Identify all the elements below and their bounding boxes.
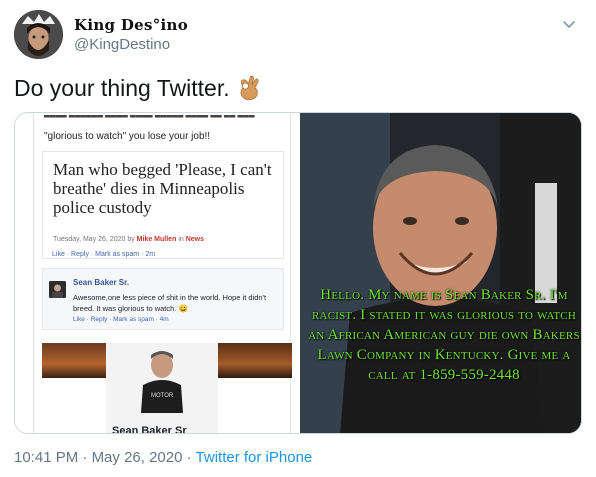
overlay-text: Hello. My name is Sean Baker Sr. I'm rac…	[308, 287, 580, 383]
tweet-text: Do your thing Twitter.	[14, 74, 262, 102]
cover-photo-left	[42, 343, 106, 378]
tweet-footer: 10:41 PM · May 26, 2020 · Twitter for iP…	[14, 449, 312, 466]
tweet-source-link[interactable]: Twitter for iPhone	[196, 449, 313, 466]
news-headline: Man who begged 'Please, I can't breathe'…	[53, 160, 272, 217]
tweet-body: Do your thing Twitter.	[14, 74, 230, 101]
cut-off-text: ▀▀▀▀ ▀▀▀▀▀▀ ▀▀▀▀ ▀▀▀▀ ▀▀▀▀▀ ▀▀▀▀ ▀▀ ▀▀ ▀…	[44, 115, 255, 121]
man-portrait	[300, 113, 581, 433]
comment-body: Awesome,one less piece of shit in the wo…	[73, 293, 267, 313]
svg-text:MOTOR: MOTOR	[151, 393, 174, 399]
news-card: Man who begged 'Please, I can't breathe'…	[42, 151, 284, 259]
commenter-avatar	[49, 281, 66, 298]
display-name[interactable]: King Des°ino	[74, 16, 188, 34]
dateline-in: in	[178, 236, 184, 243]
handle[interactable]: @KingDestino	[74, 36, 170, 53]
chevron-down-icon[interactable]	[560, 16, 578, 34]
avatar[interactable]	[14, 10, 63, 59]
facebook-post: ▀▀▀▀ ▀▀▀▀▀▀ ▀▀▀▀ ▀▀▀▀ ▀▀▀▀▀ ▀▀▀▀ ▀▀ ▀▀ ▀…	[33, 113, 292, 434]
separator-2: ·	[186, 449, 192, 466]
tweet-time[interactable]: 10:41 PM	[14, 449, 78, 466]
cover-photo-right	[218, 343, 292, 378]
profile-person: MOTOR	[141, 351, 183, 413]
dateline-author: Mike Mullen	[136, 236, 177, 243]
profile-photo-strip: MOTOR Sean Baker Sr	[42, 343, 292, 434]
comment: Sean Baker Sr. Awesome,one less piece of…	[42, 268, 284, 330]
ok-hand-icon	[236, 74, 262, 102]
separator: ·	[82, 449, 88, 466]
dateline-section: News	[185, 236, 205, 243]
tweet-media[interactable]: ▀▀▀▀ ▀▀▀▀▀▀ ▀▀▀▀ ▀▀▀▀ ▀▀▀▀▀ ▀▀▀▀ ▀▀ ▀▀ ▀…	[14, 112, 582, 434]
commenter-name: Sean Baker Sr.	[73, 278, 130, 287]
profile-name: Sean Baker Sr	[112, 425, 187, 434]
media-image-photo-overlay[interactable]: Hello. My name is Sean Baker Sr. I'm rac…	[300, 113, 581, 433]
comment-actions-2: Like · Reply · Mark as spam · 4m	[73, 316, 169, 323]
media-image-facebook-screenshot[interactable]: ▀▀▀▀ ▀▀▀▀▀▀ ▀▀▀▀ ▀▀▀▀ ▀▀▀▀▀ ▀▀▀▀ ▀▀ ▀▀ ▀…	[15, 113, 298, 434]
news-dateline: Tuesday, May 26, 2020 by Mike Mullen in …	[53, 236, 204, 243]
quote-line: "glorious to watch" you lose your job!!	[44, 131, 211, 142]
tweet-header: King Des°ino @KingDestino	[14, 8, 582, 60]
dateline-prefix: Tuesday, May 26, 2020 by	[53, 236, 135, 243]
tweet-date[interactable]: May 26, 2020	[92, 449, 183, 466]
comment-actions: Like · Reply · Mark as spam · 2m	[52, 251, 156, 258]
